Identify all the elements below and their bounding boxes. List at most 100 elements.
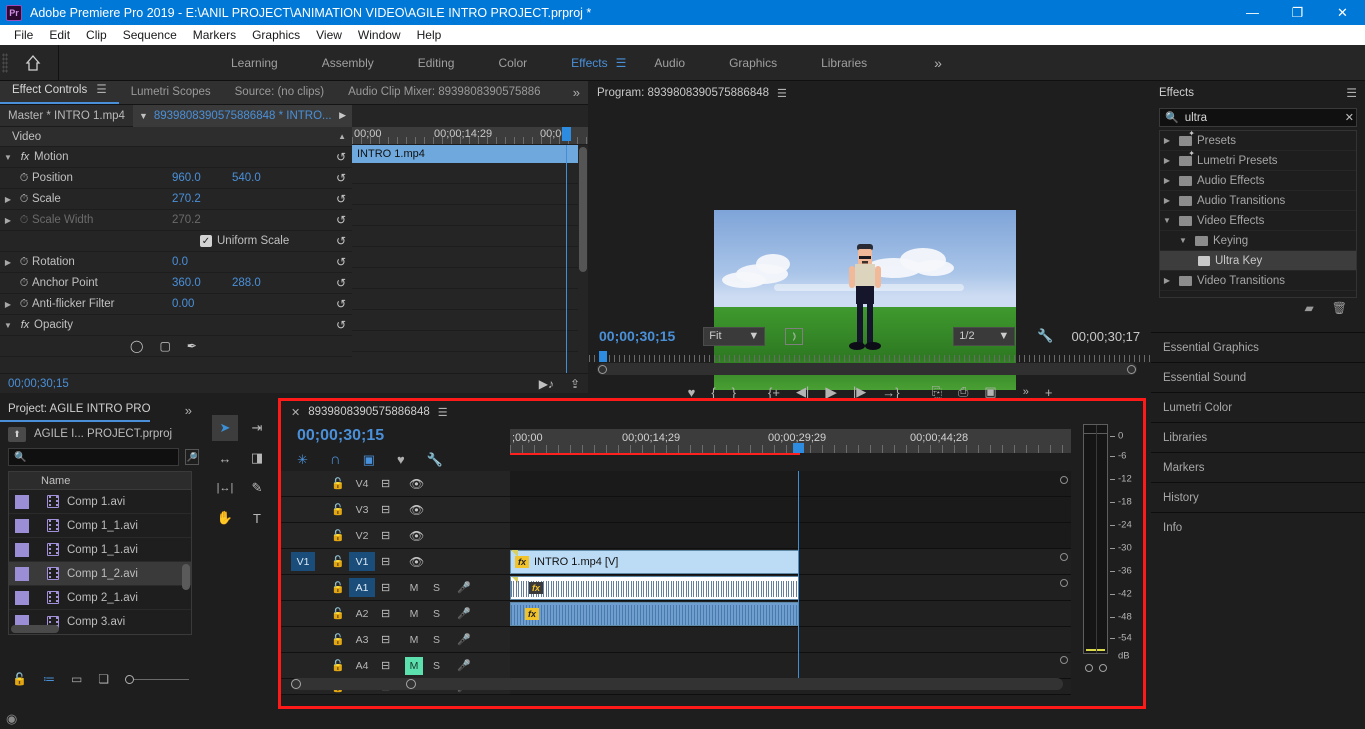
menu-window[interactable]: Window (350, 25, 409, 45)
rectangle-mask-icon[interactable]: ▢ (159, 339, 170, 353)
list-view-icon[interactable]: ≔ (43, 672, 55, 686)
chevron-right-icon[interactable]: ▶ (1160, 156, 1174, 165)
lock-bin-icon[interactable]: 🔓 (12, 672, 27, 686)
sync-lock-icon[interactable]: ⊟ (381, 659, 390, 672)
meter-toggle-icon[interactable] (1085, 664, 1093, 672)
track-name-a4[interactable]: A4 (349, 656, 375, 675)
panel-essential-sound[interactable]: Essential Sound (1151, 362, 1365, 392)
zoom-level-dropdown[interactable]: Fit ▼ (703, 327, 765, 346)
icon-view-icon[interactable]: ▭ (71, 672, 82, 686)
lock-icon[interactable]: 🔓 (331, 529, 345, 542)
project-vertical-scrollbar[interactable] (182, 564, 190, 590)
reset-icon[interactable]: ↺ (336, 297, 346, 311)
track-name-a1[interactable]: A1 (349, 578, 375, 597)
new-custom-bin-icon[interactable]: ▰ (1305, 301, 1314, 315)
uniform-scale-control[interactable]: ✓ Uniform Scale (200, 235, 289, 247)
mute-button-a2[interactable]: M (405, 605, 423, 623)
zoom-knob-left[interactable] (598, 365, 607, 374)
track-marker-icon[interactable] (1060, 579, 1068, 587)
effects-tree-item-keying[interactable]: ▼ Keying (1160, 231, 1356, 251)
param-anchor-point-y[interactable]: 288.0 (232, 277, 261, 289)
chevron-right-icon[interactable]: ▶ (1160, 176, 1174, 185)
column-header-name[interactable]: Name (41, 475, 70, 487)
effects-panel-title[interactable]: Effects (1159, 87, 1194, 99)
restore-button[interactable]: ❐ (1275, 0, 1320, 25)
lane-a2[interactable]: fx (510, 601, 1071, 627)
program-playhead-marker[interactable] (599, 351, 607, 362)
stopwatch-icon[interactable]: ⏱ (16, 277, 32, 290)
fx-badge-icon[interactable]: fx (529, 582, 543, 594)
zoom-slider-handle[interactable] (125, 675, 134, 684)
close-button[interactable]: ✕ (1320, 0, 1365, 25)
effects-tree-item-ultra-key[interactable]: Ultra Key (1160, 251, 1356, 271)
play-triangle-icon[interactable]: ▶ (339, 110, 346, 121)
project-horizontal-scrollbar[interactable] (11, 625, 59, 633)
sync-lock-icon[interactable]: ⊟ (381, 581, 390, 594)
list-item[interactable]: Comp 1_2.avi (9, 562, 191, 586)
track-header-a2[interactable]: 🔓 A2 ⊟ M S 🎤 (281, 601, 510, 627)
ec-vertical-scrollbar[interactable] (579, 147, 587, 272)
checkbox-checked-icon[interactable]: ✓ (200, 235, 212, 247)
chevron-right-icon[interactable]: ▶ (1160, 136, 1174, 145)
home-icon[interactable] (8, 45, 58, 81)
menu-view[interactable]: View (308, 25, 350, 45)
audio-meter[interactable]: 0 -6 -12 -18 -24 -30 -36 -42 -48 -54 dB (1077, 419, 1133, 676)
param-uniform-scale[interactable]: ✓ Uniform Scale ↺ (0, 231, 352, 252)
lane-v2[interactable] (510, 523, 1071, 549)
fx-badge-icon[interactable]: fx (525, 608, 539, 620)
track-name-a2[interactable]: A2 (349, 604, 375, 623)
chevron-down-icon[interactable]: ▼ (0, 153, 16, 162)
tab-source-monitor[interactable]: Source: (no clips) (223, 81, 336, 104)
param-position[interactable]: ⏱ Position 960.0 540.0 ↺ (0, 168, 352, 189)
effects-tree-item-lumetri-presets[interactable]: ▶ Lumetri Presets (1160, 151, 1356, 171)
list-item[interactable]: Comp 2_1.avi (9, 586, 191, 610)
add-marker-icon[interactable]: ♥ (397, 452, 405, 467)
param-position-y[interactable]: 540.0 (232, 172, 261, 184)
lock-icon[interactable]: 🔓 (331, 503, 345, 516)
mute-button-a1[interactable]: M (405, 579, 423, 597)
workspace-overflow-icon[interactable]: » (934, 55, 942, 71)
lock-icon[interactable]: 🔓 (331, 477, 345, 490)
ec-playhead-marker[interactable] (562, 127, 571, 141)
panel-essential-graphics[interactable]: Essential Graphics (1151, 332, 1365, 362)
ec-clip-strip[interactable]: INTRO 1.mp4 (352, 145, 578, 163)
project-search-box[interactable]: 🔍 (8, 448, 179, 466)
solo-button-a2[interactable]: S (433, 608, 440, 620)
menu-markers[interactable]: Markers (185, 25, 244, 45)
effects-search-input[interactable] (1185, 112, 1339, 124)
export-icon[interactable]: ⇪ (570, 377, 580, 391)
param-position-x[interactable]: 960.0 (172, 172, 201, 184)
menu-file[interactable]: File (6, 25, 41, 45)
param-anti-flicker-filter[interactable]: ▶ ⏱ Anti-flicker Filter 0.00 ↺ (0, 294, 352, 315)
list-item[interactable]: Comp 1_1.avi (9, 538, 191, 562)
sequence-clip-dropdown[interactable]: ▼ 8939808390575886848 * INTRO... ▶ (133, 105, 352, 127)
button-editor-overflow-icon[interactable]: » (1023, 386, 1029, 398)
mute-button-a3[interactable]: M (405, 631, 423, 649)
track-marker-icon[interactable] (1060, 553, 1068, 561)
hamburger-icon[interactable]: ☰ (1346, 86, 1357, 100)
sync-lock-icon[interactable]: ⊟ (381, 477, 390, 490)
lane-v4[interactable] (510, 471, 1071, 497)
video-section-header[interactable]: Video ▲ (0, 127, 352, 147)
hamburger-icon[interactable]: ☰ (777, 87, 787, 100)
effect-group-opacity[interactable]: ▼ fx Opacity ↺ (0, 315, 352, 336)
chevron-right-icon[interactable]: ▶ (0, 195, 16, 204)
selection-tool[interactable]: ➤ (212, 415, 238, 441)
creative-cloud-icon[interactable]: ◉ (6, 711, 17, 727)
ellipse-mask-icon[interactable]: ◯ (130, 339, 143, 353)
track-name-v4[interactable]: V4 (349, 474, 375, 493)
lane-a4[interactable] (510, 653, 1071, 679)
sync-lock-icon[interactable]: ⊟ (381, 503, 390, 516)
menu-edit[interactable]: Edit (41, 25, 78, 45)
select-playback-resolution-icon[interactable]: ⦆ (785, 328, 803, 345)
track-name-v2[interactable]: V2 (349, 526, 375, 545)
playback-resolution-dropdown[interactable]: 1/2 ▼ (953, 327, 1015, 346)
reset-icon[interactable]: ↺ (336, 318, 346, 332)
eye-icon[interactable]: 👁 (409, 529, 424, 543)
lock-icon[interactable]: 🔓 (331, 607, 345, 620)
audio-meter-clip-indicator[interactable] (1084, 425, 1107, 434)
panel-markers[interactable]: Markers (1151, 452, 1365, 482)
solo-button-a1[interactable]: S (433, 582, 440, 594)
razor-tool[interactable]: ✎ (244, 475, 270, 501)
lane-a3[interactable] (510, 627, 1071, 653)
